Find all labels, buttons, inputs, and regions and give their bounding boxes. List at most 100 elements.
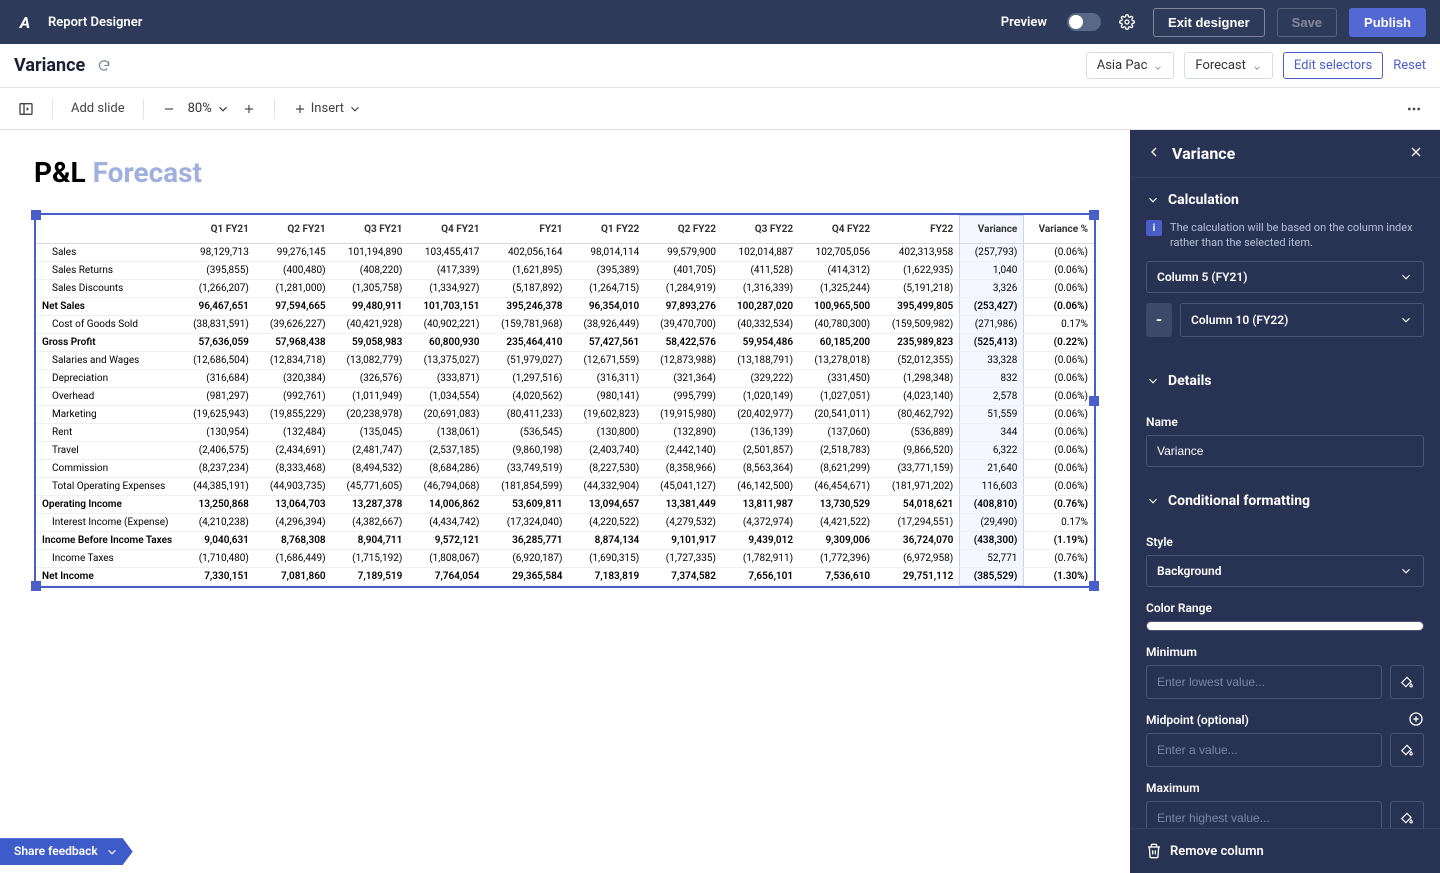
table-cell[interactable]: (1,034,554) [408, 388, 485, 406]
table-cell[interactable]: (1,266,207) [178, 280, 255, 298]
table-cell[interactable]: (132,890) [645, 424, 722, 442]
table-header[interactable]: Q3 FY22 [722, 216, 799, 244]
preview-toggle[interactable] [1067, 13, 1101, 31]
table-cell[interactable]: 21,640 [960, 460, 1024, 478]
table-cell[interactable]: (257,793) [960, 244, 1024, 262]
table-cell[interactable]: (33,771,159) [876, 460, 960, 478]
table-cell[interactable]: 9,309,006 [799, 532, 876, 550]
table-cell[interactable]: (1,727,335) [645, 550, 722, 568]
table-cell[interactable]: (536,545) [485, 424, 568, 442]
table-cell[interactable]: (181,854,599) [485, 478, 568, 496]
table-cell[interactable]: (19,625,943) [178, 406, 255, 424]
table-cell[interactable]: (39,626,227) [255, 316, 332, 334]
table-cell[interactable]: (1,281,000) [255, 280, 332, 298]
table-cell[interactable]: 9,040,631 [178, 532, 255, 550]
table-cell[interactable]: 116,603 [960, 478, 1024, 496]
exit-designer-button[interactable]: Exit designer [1153, 8, 1265, 37]
table-cell[interactable]: (321,364) [645, 370, 722, 388]
table-cell[interactable]: (17,324,040) [485, 514, 568, 532]
table-cell[interactable]: (8,621,299) [799, 460, 876, 478]
table-cell[interactable]: (29,490) [960, 514, 1024, 532]
table-cell[interactable]: (2,434,691) [255, 442, 332, 460]
table-cell[interactable]: (395,389) [569, 262, 646, 280]
table-cell[interactable]: (0.06%) [1024, 298, 1094, 316]
table-cell[interactable]: 100,965,500 [799, 298, 876, 316]
zoom-out-button[interactable] [154, 98, 184, 120]
table-cell[interactable]: 7,374,582 [645, 568, 722, 586]
table-cell[interactable]: (0.06%) [1024, 460, 1094, 478]
resize-handle[interactable] [1089, 396, 1099, 406]
table-cell[interactable]: (4,020,562) [485, 388, 568, 406]
table-cell[interactable]: (1,686,449) [255, 550, 332, 568]
table-cell[interactable]: 29,365,584 [485, 568, 568, 586]
table-cell[interactable]: (2,501,857) [722, 442, 799, 460]
table-cell[interactable]: 98,129,713 [178, 244, 255, 262]
resize-handle[interactable] [1089, 581, 1099, 591]
insert-button[interactable]: Insert [285, 97, 370, 120]
resize-handle[interactable] [31, 581, 41, 591]
table-cell[interactable]: (1,020,149) [722, 388, 799, 406]
minimum-color-swatch[interactable] [1390, 665, 1424, 699]
table-cell[interactable]: 395,499,805 [876, 298, 960, 316]
table-cell[interactable]: (13,188,791) [722, 352, 799, 370]
scenario-selector[interactable]: Forecast [1184, 52, 1272, 79]
save-button[interactable]: Save [1277, 8, 1337, 37]
table-cell[interactable]: (46,142,500) [722, 478, 799, 496]
table-cell[interactable]: (2,518,783) [799, 442, 876, 460]
calculation-section-header[interactable]: Calculation [1130, 178, 1440, 214]
table-cell[interactable]: 344 [960, 424, 1024, 442]
table-cell[interactable]: (2,406,575) [178, 442, 255, 460]
resize-handle[interactable] [31, 210, 41, 220]
table-cell[interactable]: 102,705,056 [799, 244, 876, 262]
table-cell[interactable]: 96,467,651 [178, 298, 255, 316]
table-cell[interactable]: (1,297,516) [485, 370, 568, 388]
table-cell[interactable]: (1,715,192) [332, 550, 409, 568]
table-cell[interactable]: (326,576) [332, 370, 409, 388]
table-cell[interactable]: 98,014,114 [569, 244, 646, 262]
panel-close-button[interactable] [1408, 144, 1424, 163]
table-cell[interactable]: 103,455,417 [408, 244, 485, 262]
table-cell[interactable]: (130,800) [569, 424, 646, 442]
table-cell[interactable]: 57,636,059 [178, 334, 255, 352]
table-cell[interactable]: 7,656,101 [722, 568, 799, 586]
table-cell[interactable]: (8,237,234) [178, 460, 255, 478]
table-cell[interactable]: (0.06%) [1024, 280, 1094, 298]
edit-selectors-button[interactable]: Edit selectors [1283, 52, 1383, 79]
table-cell[interactable]: (1,621,895) [485, 262, 568, 280]
table-cell[interactable]: 6,322 [960, 442, 1024, 460]
table-cell[interactable]: (130,954) [178, 424, 255, 442]
table-cell[interactable]: (39,470,700) [645, 316, 722, 334]
table-cell[interactable]: 29,751,112 [876, 568, 960, 586]
table-cell[interactable]: (8,333,468) [255, 460, 332, 478]
table-cell[interactable]: (992,761) [255, 388, 332, 406]
table-header[interactable] [36, 216, 178, 244]
zoom-in-button[interactable] [234, 98, 264, 120]
table-cell[interactable]: (4,210,238) [178, 514, 255, 532]
table-cell[interactable]: (525,413) [960, 334, 1024, 352]
table-cell[interactable]: (9,866,520) [876, 442, 960, 460]
table-cell[interactable]: 13,094,657 [569, 496, 646, 514]
table-cell[interactable]: (980,141) [569, 388, 646, 406]
table-cell[interactable]: (1,782,911) [722, 550, 799, 568]
conditional-formatting-section-header[interactable]: Conditional formatting [1130, 479, 1440, 515]
table-cell[interactable]: (417,339) [408, 262, 485, 280]
table-cell[interactable]: (0.06%) [1024, 424, 1094, 442]
table-cell[interactable]: (40,902,221) [408, 316, 485, 334]
table-cell[interactable]: 101,703,151 [408, 298, 485, 316]
table-cell[interactable]: (8,227,530) [569, 460, 646, 478]
table-cell[interactable]: 57,427,561 [569, 334, 646, 352]
refresh-button[interactable] [95, 57, 113, 75]
table-cell[interactable]: (1,284,919) [645, 280, 722, 298]
table-cell[interactable]: (45,771,605) [332, 478, 409, 496]
table-cell[interactable]: (38,831,591) [178, 316, 255, 334]
table-cell[interactable]: (271,986) [960, 316, 1024, 334]
table-cell[interactable]: (1,325,244) [799, 280, 876, 298]
table-cell[interactable]: (80,462,792) [876, 406, 960, 424]
table-cell[interactable]: (136,139) [722, 424, 799, 442]
table-cell[interactable]: (2,442,140) [645, 442, 722, 460]
table-cell[interactable]: (1.30%) [1024, 568, 1094, 586]
table-cell[interactable]: 1,040 [960, 262, 1024, 280]
table-cell[interactable]: 0.17% [1024, 514, 1094, 532]
table-cell[interactable]: 8,874,134 [569, 532, 646, 550]
table-cell[interactable]: (4,382,667) [332, 514, 409, 532]
